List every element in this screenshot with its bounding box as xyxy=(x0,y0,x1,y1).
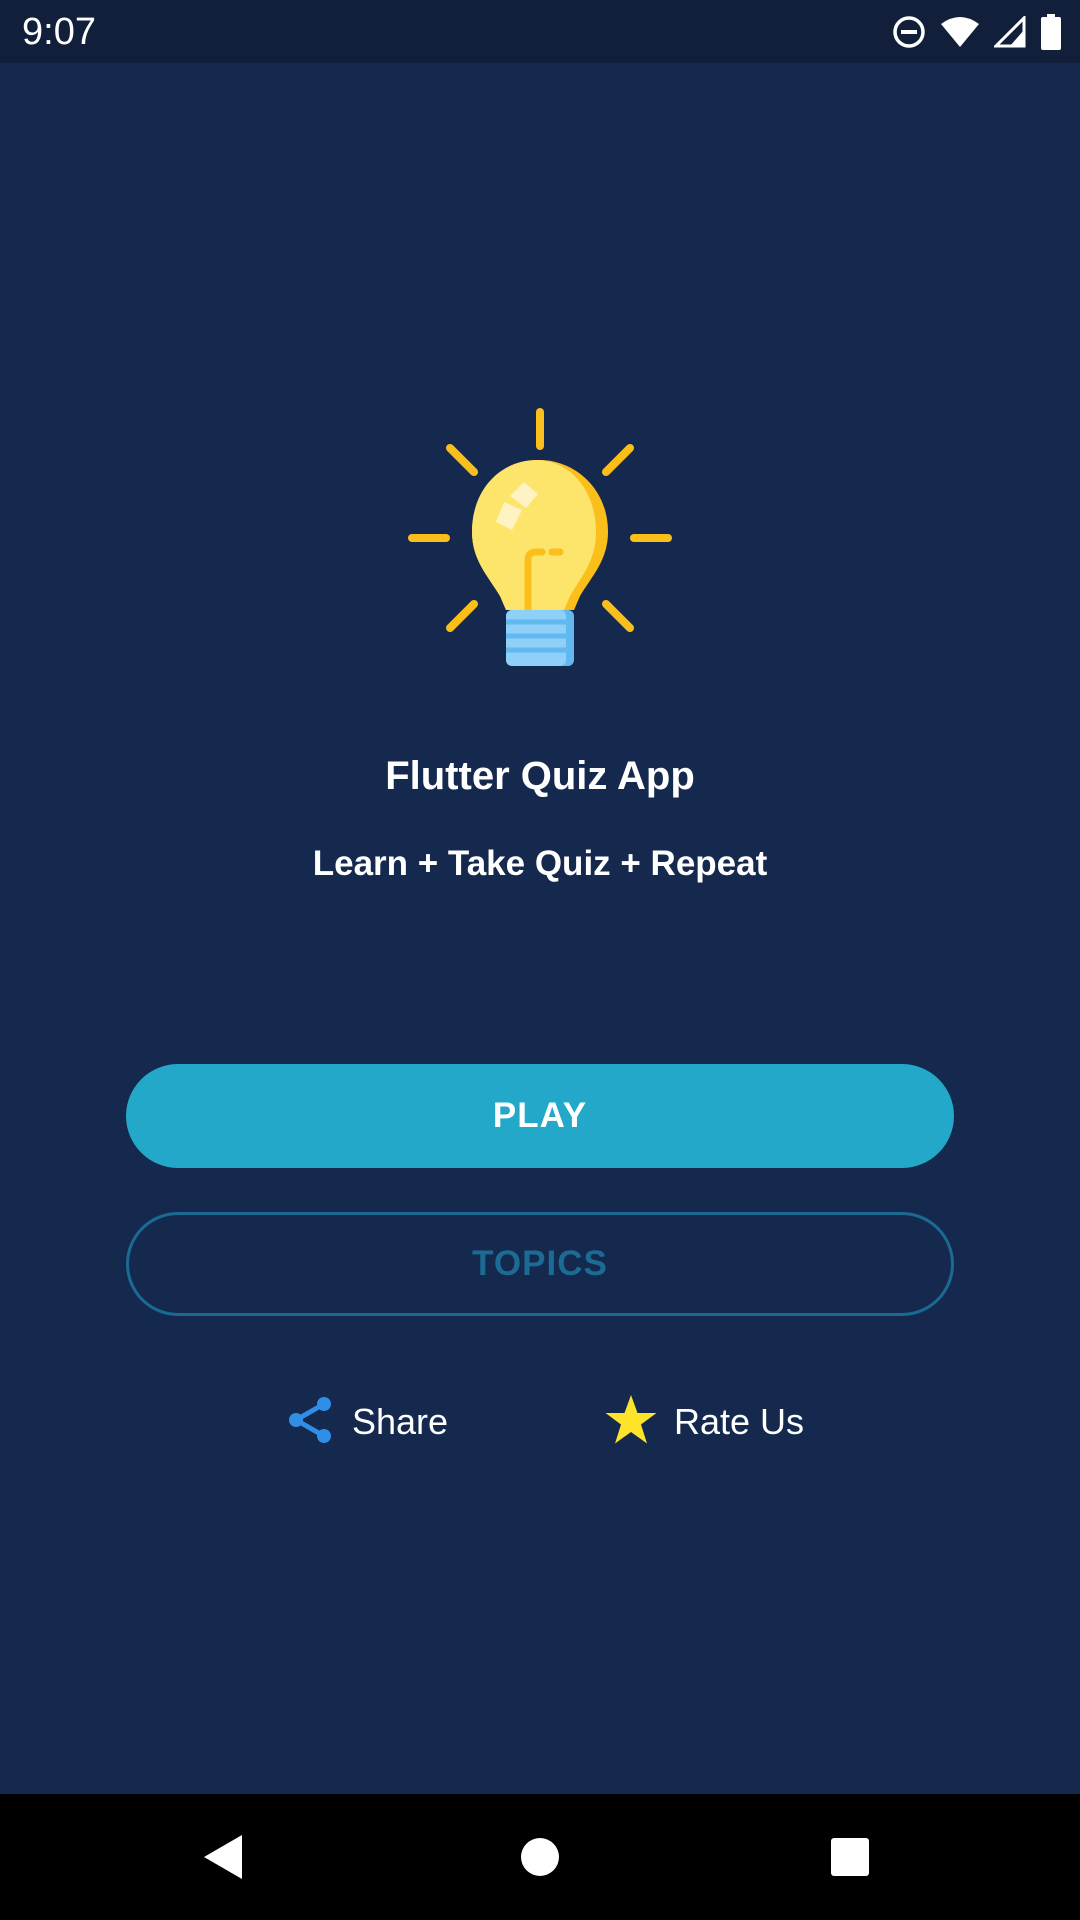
do-not-disturb-icon xyxy=(892,15,926,49)
home-icon[interactable] xyxy=(510,1827,570,1887)
share-label: Share xyxy=(352,1401,449,1442)
app-screen: 9:07 Flutter Quiz App Learn + Take Quiz … xyxy=(0,0,1080,1920)
rate-us-button[interactable]: Rate Us xyxy=(604,1392,804,1452)
share-icon xyxy=(284,1394,336,1451)
rate-us-label: Rate Us xyxy=(674,1401,805,1442)
lightbulb-icon xyxy=(400,400,680,680)
recent-apps-icon[interactable] xyxy=(820,1827,880,1887)
signal-icon xyxy=(994,16,1026,48)
app-subtitle: Learn + Take Quiz + Repeat xyxy=(312,844,768,883)
wifi-icon xyxy=(940,16,980,48)
status-icons xyxy=(892,10,1062,54)
navigation-bar xyxy=(0,1794,1080,1920)
battery-icon xyxy=(1040,14,1062,50)
topics-button[interactable]: TOPICS xyxy=(126,1212,954,1316)
back-icon[interactable] xyxy=(196,1827,256,1887)
status-bar: 9:07 xyxy=(0,0,1080,63)
share-button[interactable]: Share xyxy=(284,1392,448,1452)
status-time: 9:07 xyxy=(22,11,96,53)
app-title: Flutter Quiz App xyxy=(385,754,695,798)
star-icon xyxy=(604,1394,658,1451)
play-button[interactable]: PLAY xyxy=(126,1064,954,1168)
